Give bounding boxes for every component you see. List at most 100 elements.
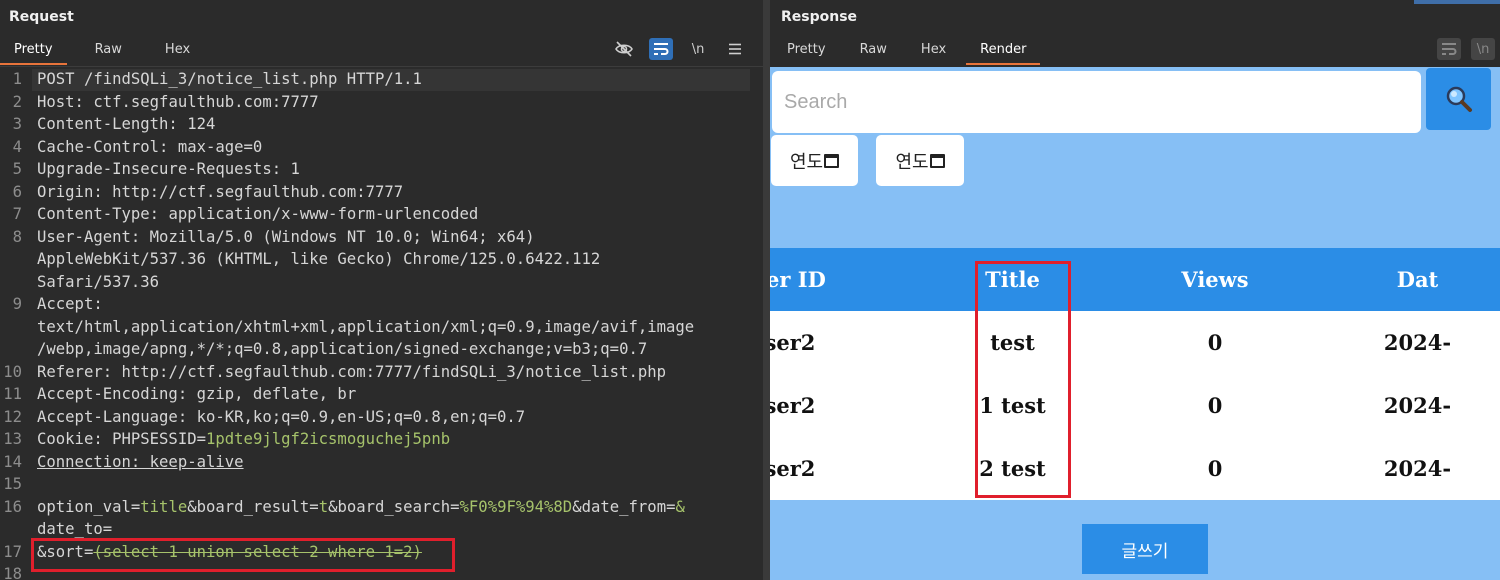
header-value: gzip, deflate, br: [187, 385, 357, 403]
param-value: t: [318, 497, 329, 516]
header-value: Mozilla/5.0 (Windows NT 10.0; Win64; x64…: [140, 227, 535, 246]
line-content: Origin: http://ctf.segfaulthub.com:7777: [37, 181, 403, 204]
line-number: 16: [3, 497, 22, 516]
cell-title[interactable]: test: [870, 311, 1155, 374]
request-tab-hex[interactable]: Hex: [150, 40, 205, 65]
header-name: Accept:: [37, 295, 103, 313]
header-name: Content-Type:: [37, 205, 160, 223]
board-table: ser ID Title Views Dat ser2 test 0 2024-…: [770, 248, 1500, 500]
response-tabs: Pretty Raw Hex Render: [773, 40, 1046, 65]
sort-param-value: (select 1 union select 2 where 1=2): [93, 542, 422, 561]
header-value: http://ctf.segfaulthub.com:7777: [102, 182, 404, 201]
response-title: Response: [781, 9, 858, 25]
header-value: ko-KR,ko;q=0.9,en-US;q=0.8,en;q=0.7: [187, 407, 526, 426]
code-line: 13 Cookie: PHPSESSID=1pdte9jlgf2icsmoguch…: [0, 428, 755, 451]
response-tab-raw[interactable]: Raw: [846, 40, 901, 65]
line-text: date_to=: [37, 520, 113, 538]
code-line: 10 Referer: http://ctf.segfaulthub.com:77…: [0, 361, 755, 384]
param-name: option_val: [37, 497, 131, 516]
cell-views: 0: [1155, 311, 1275, 374]
line-content: &sort=(select 1 union select 2 where 1=2…: [37, 541, 422, 564]
code-line: 6 Origin: http://ctf.segfaulthub.com:7777: [0, 181, 755, 204]
cell-date: 2024-: [1275, 311, 1500, 374]
line-content: Upgrade-Insecure-Requests: 1: [37, 158, 300, 181]
request-tab-pretty[interactable]: Pretty: [0, 40, 67, 65]
calendar-icon[interactable]: [824, 153, 840, 168]
code-line: 17 &sort=(select 1 union select 2 where 1…: [0, 541, 755, 564]
line-content: Cookie: PHPSESSID=1pdte9jlgf2icsmoguchej…: [37, 428, 450, 451]
header-name: User-Agent:: [37, 227, 141, 246]
table-row[interactable]: ser2 test 0 2024-: [770, 311, 1500, 374]
line-number: 17: [3, 542, 22, 561]
cell-user-id: ser2: [770, 374, 870, 437]
word-wrap-icon[interactable]: [649, 38, 673, 60]
param-value: &: [675, 497, 685, 516]
line-number: 3: [12, 115, 22, 133]
cell-views: 0: [1155, 374, 1275, 437]
newline-toggle-button[interactable]: \n: [1471, 38, 1495, 60]
param-equals: =: [450, 497, 460, 516]
code-line: 8 User-Agent: Mozilla/5.0 (Windows NT 10.…: [0, 226, 755, 249]
layout-toggle-strip[interactable]: [1414, 0, 1500, 4]
cookie-value: 1pdte9jlgf2icsmoguchej5pnb: [206, 430, 451, 448]
header-name: Content-Length:: [37, 115, 178, 133]
line-number: 13: [3, 430, 22, 448]
calendar-icon[interactable]: [929, 153, 945, 168]
pane-divider[interactable]: [763, 0, 770, 580]
header-name: Host:: [37, 92, 84, 111]
table-row[interactable]: ser2 2 test 0 2024-: [770, 437, 1500, 500]
header-name: Accept-Encoding:: [37, 385, 188, 403]
line-text: Safari/537.36: [37, 272, 160, 291]
request-pane: Request Pretty Raw Hex \n 1 POST /findSQL…: [0, 0, 763, 580]
request-tab-raw[interactable]: Raw: [80, 40, 137, 65]
param-name: &date_from: [572, 497, 667, 516]
param-equals: =: [309, 497, 319, 516]
table-row[interactable]: ser2 1 test 0 2024-: [770, 374, 1500, 437]
line-number: 4: [12, 137, 22, 156]
request-title: Request: [9, 9, 74, 25]
hide-nonprintable-icon[interactable]: [612, 38, 636, 60]
header-value: http://ctf.segfaulthub.com:7777/findSQLi…: [112, 362, 667, 381]
search-input[interactable]: [772, 71, 1421, 133]
code-line: /webp,image/apng,*/*;q=0.8,application/s…: [0, 338, 755, 361]
line-content: option_val=title&board_result=t&board_se…: [37, 496, 685, 519]
code-line: 1 POST /findSQLi_3/notice_list.php HTTP/1…: [0, 68, 755, 91]
line-content: Safari/537.36: [37, 271, 159, 294]
code-line: text/html,application/xhtml+xml,applicat…: [0, 316, 755, 339]
date-to-field[interactable]: 연도: [876, 135, 964, 186]
line-content: Connection: keep-alive: [37, 451, 244, 474]
param-name: &board_result: [187, 497, 310, 516]
menu-icon[interactable]: [723, 38, 747, 60]
request-editor[interactable]: 1 POST /findSQLi_3/notice_list.php HTTP/1…: [0, 68, 755, 580]
header-value: max-age=0: [168, 137, 263, 156]
line-number: 7: [12, 205, 22, 223]
code-line: date_to=: [0, 518, 755, 541]
newline-toggle-button[interactable]: \n: [686, 38, 710, 60]
response-tab-render[interactable]: Render: [966, 40, 1041, 65]
cell-title[interactable]: 2 test: [870, 437, 1155, 500]
date-from-field[interactable]: 연도: [771, 135, 858, 186]
line-text: /webp,image/apng,*/*;q=0.8,application/s…: [37, 340, 648, 358]
code-line: 16 option_val=title&board_result=t&board_…: [0, 496, 755, 519]
line-number: 14: [3, 452, 22, 471]
param-name: &board_search: [328, 497, 451, 516]
line-content: Content-Length: 124: [37, 113, 215, 136]
response-pane: Response Pretty Raw Hex Render \n 연도 연도: [770, 0, 1500, 580]
response-tab-pretty[interactable]: Pretty: [773, 40, 840, 65]
write-post-button[interactable]: 글쓰기: [1082, 524, 1208, 574]
cell-user-id: ser2: [770, 437, 870, 500]
cell-title[interactable]: 1 test: [870, 374, 1155, 437]
response-tab-hex[interactable]: Hex: [907, 40, 960, 65]
line-number: 15: [3, 475, 22, 493]
line-content: Referer: http://ctf.segfaulthub.com:7777…: [37, 361, 666, 384]
code-line: AppleWebKit/537.36 (KHTML, like Gecko) C…: [0, 248, 755, 271]
code-line: 11 Accept-Encoding: gzip, deflate, br: [0, 383, 755, 406]
line-content: POST /findSQLi_3/notice_list.php HTTP/1.…: [37, 68, 422, 91]
search-button[interactable]: [1426, 68, 1491, 130]
word-wrap-icon[interactable]: [1437, 38, 1461, 60]
request-tabs: Pretty Raw Hex: [0, 40, 218, 65]
response-toolbar: \n: [1427, 38, 1495, 60]
line-number: 1: [12, 70, 22, 88]
line-number: 5: [12, 160, 22, 178]
cell-date: 2024-: [1275, 374, 1500, 437]
